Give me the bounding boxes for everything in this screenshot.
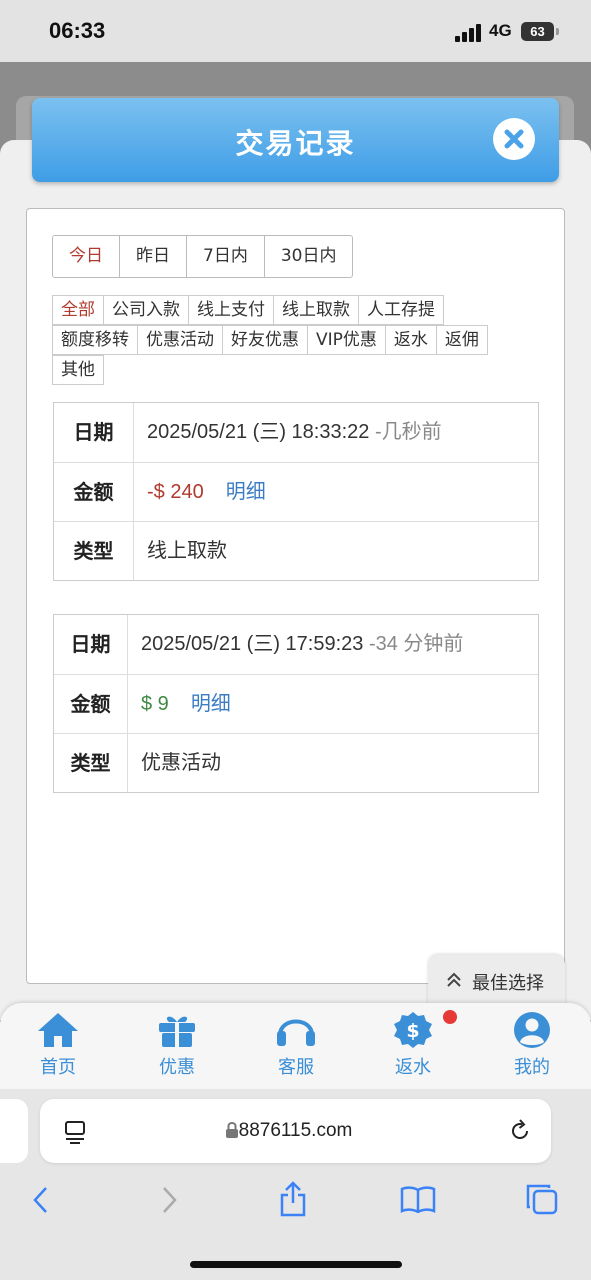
chevron-up-icon <box>447 972 461 987</box>
nav-promo[interactable]: 优惠 <box>132 1011 222 1079</box>
back-icon[interactable] <box>30 1185 52 1215</box>
status-time: 06:33 <box>49 18 106 43</box>
signal-icon <box>455 24 483 42</box>
type-value: 优惠活动 <box>141 752 221 774</box>
filter-all[interactable]: 全部 <box>52 295 104 325</box>
tab-yesterday[interactable]: 昨日 <box>119 236 186 277</box>
date-value: 2025/05/21 (三) 18:33:22 -几秒前 <box>147 421 442 443</box>
filter-manual[interactable]: 人工存提 <box>358 295 444 325</box>
gift-icon <box>159 1016 195 1047</box>
network-label: 4G <box>489 21 512 40</box>
reload-icon[interactable] <box>508 1119 532 1143</box>
filter-online-withdrawal[interactable]: 线上取款 <box>273 295 359 325</box>
nav-home[interactable]: 首页 <box>13 1011 103 1079</box>
detail-link[interactable]: 明细 <box>191 693 231 715</box>
date-label: 日期 <box>54 615 128 674</box>
dollar-badge-icon: $ <box>394 1012 432 1048</box>
time-ago: -几秒前 <box>374 421 442 443</box>
svg-text:$: $ <box>406 1020 419 1042</box>
forward-icon[interactable] <box>158 1185 180 1215</box>
filter-other[interactable]: 其他 <box>52 355 104 385</box>
browser-toolbar: 8876115.com <box>0 1089 591 1280</box>
transaction-panel: 今日 昨日 7日内 30日内 全部 公司入款 线上支付 线上取款 人工存提 额度… <box>26 208 565 984</box>
date-value: 2025/05/21 (三) 17:59:23 -34 分钟前 <box>141 633 464 655</box>
filter-vip-bonus[interactable]: VIP优惠 <box>307 325 386 355</box>
modal-title: 交易记录 <box>235 127 356 160</box>
detail-link[interactable]: 明细 <box>226 481 266 503</box>
transaction-record: 日期 2025/05/21 (三) 17:59:23 -34 分钟前 金额 $ … <box>53 614 539 793</box>
tabs-icon[interactable] <box>525 1183 559 1215</box>
type-label: 类型 <box>54 734 128 792</box>
filter-promotion[interactable]: 优惠活动 <box>137 325 223 355</box>
bottom-nav: 首页 优惠 客服 $ 返水 我的 <box>0 1003 591 1089</box>
best-choice-label: 最佳选择 <box>472 973 544 994</box>
nav-support[interactable]: 客服 <box>251 1011 341 1079</box>
type-filters: 全部 公司入款 线上支付 线上取款 人工存提 额度移转 优惠活动 好友优惠 VI… <box>52 295 532 385</box>
time-ago: -34 分钟前 <box>368 633 464 655</box>
tab-7-days[interactable]: 7日内 <box>186 236 264 277</box>
previous-tab-preview[interactable] <box>0 1099 28 1163</box>
amount: -$ 240 <box>147 481 204 503</box>
type-value: 线上取款 <box>147 540 227 562</box>
url-text: 8876115.com <box>238 1120 353 1141</box>
amount-value: -$ 240 明细 <box>134 463 266 521</box>
filter-rebate[interactable]: 返水 <box>384 325 437 355</box>
address-bar[interactable]: 8876115.com <box>40 1099 551 1163</box>
battery-icon: 63 <box>521 22 559 41</box>
tab-30-days[interactable]: 30日内 <box>263 236 353 277</box>
filter-friend-bonus[interactable]: 好友优惠 <box>222 325 308 355</box>
best-choice-button[interactable]: 最佳选择 <box>428 955 565 1005</box>
date-range-tabs: 今日 昨日 7日内 30日内 <box>52 235 354 278</box>
notification-badge <box>443 1010 457 1024</box>
filter-company-deposit[interactable]: 公司入款 <box>103 295 189 325</box>
bookmarks-icon[interactable] <box>400 1185 436 1213</box>
tab-today[interactable]: 今日 <box>53 236 119 277</box>
amount: $ 9 <box>141 693 169 715</box>
amount-value: $ 9 明细 <box>128 675 231 733</box>
headset-icon <box>277 1019 315 1046</box>
nav-profile[interactable]: 我的 <box>487 1011 577 1079</box>
close-button[interactable] <box>493 118 535 160</box>
share-icon[interactable] <box>278 1181 308 1217</box>
filter-transfer[interactable]: 额度移转 <box>52 325 138 355</box>
date-label: 日期 <box>54 403 134 462</box>
amount-label: 金额 <box>54 675 128 733</box>
close-icon <box>504 129 524 149</box>
type-label: 类型 <box>54 522 134 580</box>
filter-commission[interactable]: 返佣 <box>435 325 488 355</box>
home-indicator <box>190 1261 402 1268</box>
modal-header: 交易记录 <box>32 98 559 182</box>
status-bar: 06:33 4G 63 <box>0 0 591 62</box>
home-icon <box>38 1013 78 1047</box>
user-icon <box>514 1012 550 1048</box>
filter-online-payment[interactable]: 线上支付 <box>188 295 274 325</box>
amount-label: 金额 <box>54 463 134 521</box>
transaction-record: 日期 2025/05/21 (三) 18:33:22 -几秒前 金额 -$ 24… <box>53 402 539 581</box>
